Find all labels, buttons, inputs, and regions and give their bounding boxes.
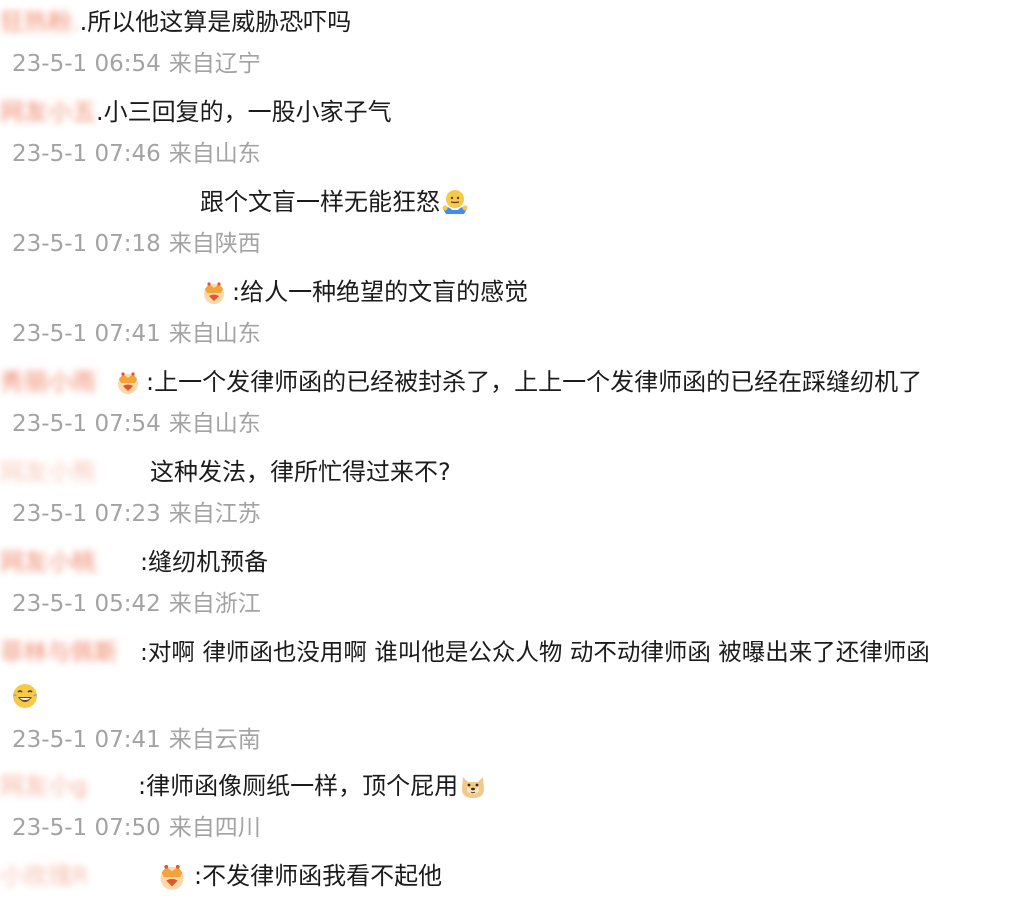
comment-line: 网友小桃:缝纫机预备 [0,540,1028,584]
comment-date: 23-5-1 05:42 [12,591,161,617]
crown-badge-icon [204,282,224,304]
comment-line: 小玫瑰R :不发律师函我看不起他 [0,854,1028,898]
comment-text: :缝纫机预备 [140,548,269,576]
comment-date: 23-5-1 07:23 [12,501,161,527]
comment-date: 23-5-1 07:50 [12,815,161,841]
comment-location: 来自山东 [168,321,261,347]
doge-emoji [462,777,485,798]
comment-line: 网友小熊 这种发法，律所忙得过来不? [0,450,1028,494]
comment-text: .所以他这算是威胁恐吓吗 [79,8,352,36]
comment-location: 来自山东 [168,411,261,437]
comment-date: 23-5-1 07:18 [12,231,161,257]
laughing-tears-emoji [13,684,37,708]
username-link[interactable]: 网友小桃 [0,540,140,584]
comment-item: 秀丽小雨 :上一个发律师函的已经被封杀了，上上一个发律师函的已经在踩缝纫机了 2… [0,360,1028,444]
comment-item: 跟个文盲一样无能狂怒 23-5-1 07:18 来自陕西 [0,180,1028,264]
username-link[interactable]: 狂热粉. [0,0,80,44]
comment-line: 网友小g:律师函像厕纸一样，顶个屁用 [0,764,1028,808]
comment-item: 网友小g:律师函像厕纸一样，顶个屁用 23-5-1 07:50 来自四川 [0,764,1028,848]
comment-item: 菲林与佩斯:对啊 律师函也没用啊 谁叫他是公众人物 动不动律师函 被曝出来了还律… [0,630,1028,760]
username-link[interactable]: 网友小熊 [0,450,150,494]
comment-location: 来自四川 [168,815,261,841]
comment-date: 23-5-1 07:46 [12,141,161,167]
comment-date: 23-5-1 07:54 [12,411,161,437]
comment-meta: 23-5-1 07:54 来自山东 [0,404,1028,444]
username-link[interactable]: 网友小五 [0,90,96,134]
comment-meta: 23-5-1 07:46 来自山东 [0,134,1028,174]
username-link[interactable]: 秀丽小雨 [0,360,110,404]
comment-line: 菲林与佩斯:对啊 律师函也没用啊 谁叫他是公众人物 动不动律师函 被曝出来了还律… [0,630,1028,674]
username-link[interactable]: 小玫瑰R [0,854,150,898]
shrug-emoji [442,190,468,214]
comment-text: :对啊 律师函也没用啊 谁叫他是公众人物 动不动律师函 被曝出来了还律师函 [140,638,930,666]
comment-item: 狂热粉. .所以他这算是威胁恐吓吗 23-5-1 06:54 来自辽宁 [0,0,1028,84]
comment-location: 来自江苏 [168,501,261,527]
comment-text: 跟个文盲一样无能狂怒 [200,188,440,216]
comment-meta: 23-5-1 05:42 来自浙江 [0,584,1028,624]
comment-text: :不发律师函我看不起他 [194,862,443,890]
comment-location: 来自云南 [168,727,261,753]
comment-meta: 23-5-1 07:23 来自江苏 [0,494,1028,534]
comment-meta: 23-5-1 07:41 来自山东 [0,314,1028,354]
comment-text: :律师函像厕纸一样，顶个屁用 [138,772,459,800]
username-link[interactable]: 网友小g [0,764,138,808]
username-link[interactable]: 菲林与佩斯 [0,630,140,674]
comment-line: __ :给人一种绝望的文盲的感觉 [0,270,1028,314]
comment-text: .小三回复的，一股小家子气 [96,98,392,126]
comment-location: 来自陕西 [168,231,261,257]
comment-list: 狂热粉. .所以他这算是威胁恐吓吗 23-5-1 06:54 来自辽宁 网友小五 .小… [0,0,1028,898]
comment-meta: 23-5-1 07:41 来自云南 [0,720,1028,760]
comment-date: 23-5-1 07:41 [12,321,161,347]
comment-date: 23-5-1 06:54 [12,51,161,77]
comment-line: 狂热粉. .所以他这算是威胁恐吓吗 [0,0,1028,44]
comment-line-continued [0,674,1028,718]
comment-item: 小玫瑰R :不发律师函我看不起他 [0,854,1028,898]
comment-line: 秀丽小雨 :上一个发律师函的已经被封杀了，上上一个发律师函的已经在踩缝纫机了 [0,360,1028,404]
comment-meta: 23-5-1 07:50 来自四川 [0,808,1028,848]
comment-location: 来自山东 [168,141,261,167]
comment-date: 23-5-1 07:41 [12,727,161,753]
comment-meta: 23-5-1 06:54 来自辽宁 [0,44,1028,84]
comment-text: 这种发法，律所忙得过来不? [150,458,451,486]
comment-location: 来自浙江 [168,591,261,617]
comment-meta: 23-5-1 07:18 来自陕西 [0,224,1028,264]
comment-item: __ :给人一种绝望的文盲的感觉 23-5-1 07:41 来自山东 [0,270,1028,354]
crown-badge-icon [118,372,138,394]
comment-text: :给人一种绝望的文盲的感觉 [232,278,529,306]
comment-line: 网友小五 .小三回复的，一股小家子气 [0,90,1028,134]
comment-item: 网友小桃:缝纫机预备 23-5-1 05:42 来自浙江 [0,540,1028,624]
comment-location: 来自辽宁 [168,51,261,77]
comment-text: :上一个发律师函的已经被封杀了，上上一个发律师函的已经在踩缝纫机了 [146,368,923,396]
comment-item: 网友小熊 这种发法，律所忙得过来不? 23-5-1 07:23 来自江苏 [0,450,1028,534]
crown-badge-icon [160,864,184,890]
comment-item: 网友小五 .小三回复的，一股小家子气 23-5-1 07:46 来自山东 [0,90,1028,174]
comment-line: 跟个文盲一样无能狂怒 [0,180,1028,224]
